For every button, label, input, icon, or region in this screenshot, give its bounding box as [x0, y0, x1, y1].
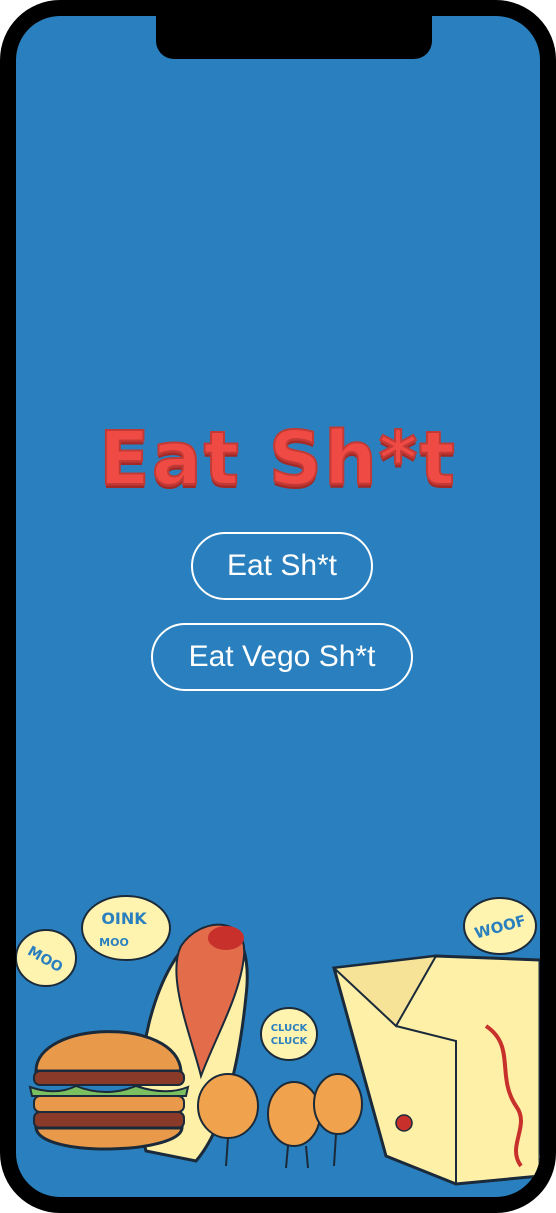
phone-frame: Eat Sh*t Eat Sh*t Eat Vego Sh*t MOO OINK…: [0, 0, 556, 1213]
oink-text: OINK: [101, 909, 147, 928]
app-screen: Eat Sh*t Eat Sh*t Eat Vego Sh*t MOO OINK…: [16, 16, 540, 1197]
nuggets: [197, 1073, 363, 1169]
app-title: Eat Sh*t: [98, 415, 457, 503]
cluck2-text: CLUCK: [271, 1036, 309, 1047]
moo2-text: MOO: [99, 936, 129, 949]
device-notch: [156, 16, 432, 59]
eat-button[interactable]: Eat Sh*t: [191, 532, 373, 600]
woof-bubble: WOOF: [463, 897, 537, 955]
burger: [28, 1030, 190, 1151]
cluck-bubble: CLUCK CLUCK: [260, 1007, 318, 1061]
food-illustration: MOO OINK MOO CLUCK CLUCK WOOF: [16, 895, 540, 1186]
moo-bubble: MOO: [16, 929, 77, 987]
eat-vego-button[interactable]: Eat Vego Sh*t: [151, 623, 413, 691]
cluck-text: CLUCK: [271, 1023, 309, 1034]
oink-bubble: OINK MOO: [81, 895, 171, 961]
takeout-box: [331, 954, 540, 1186]
